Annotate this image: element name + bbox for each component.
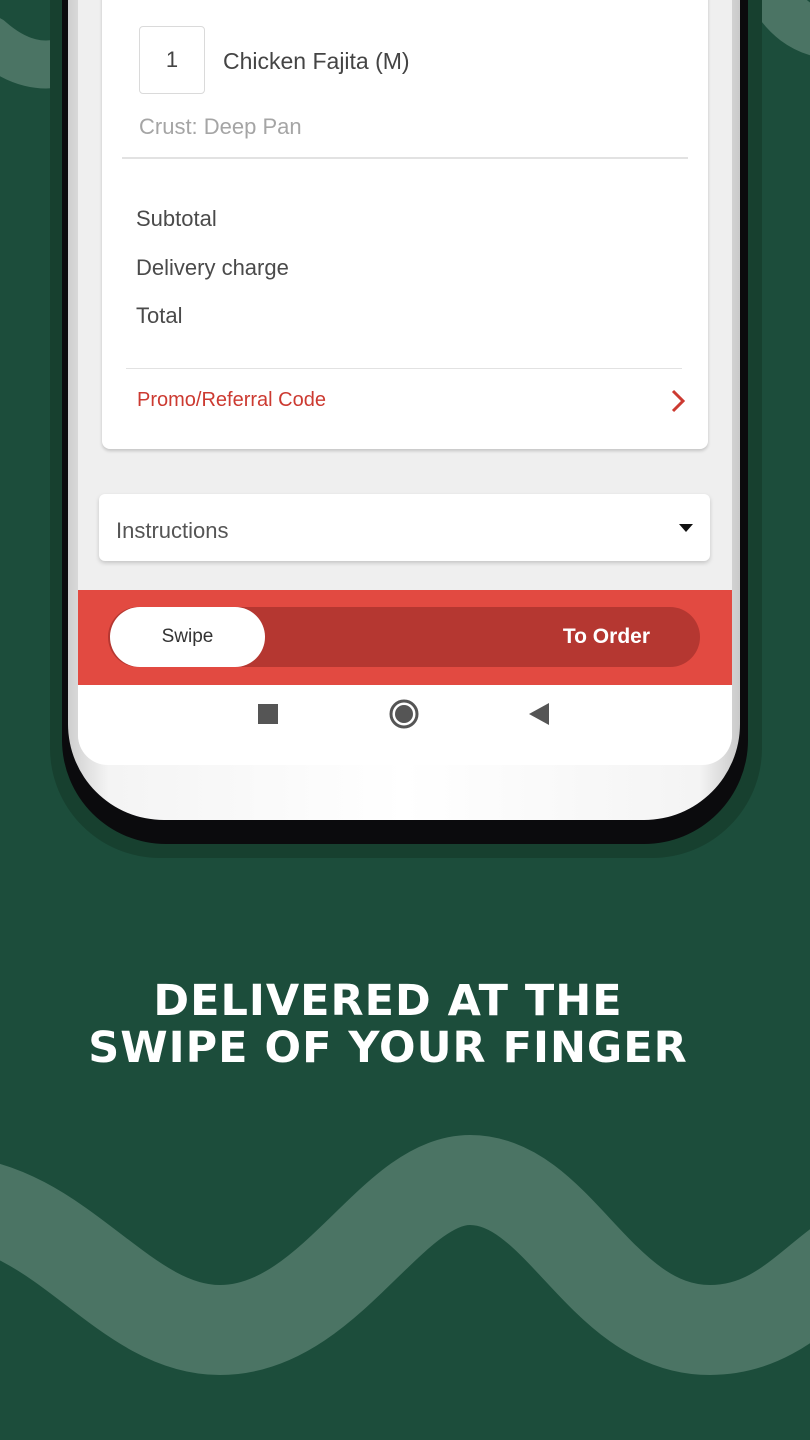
total-label: Total [136,303,183,328]
promo-code-row[interactable]: Promo/Referral Code [126,380,686,420]
swipe-handle[interactable]: Swipe [110,607,265,667]
swipe-to-order-bar: Swipe To Order [78,590,732,685]
subtotal-label: Subtotal [136,206,217,231]
chevron-right-icon [671,389,686,413]
item-name: Chicken Fajita (M) [223,48,410,74]
home-circle-icon[interactable] [388,698,420,730]
tagline-line-2: SWIPE OF YOUR FINGER [88,1023,688,1073]
promo-tagline: DELIVERED AT THE SWIPE OF YOUR FINGER [0,978,776,1072]
item-divider [122,157,688,159]
wave-decoration [0,1134,810,1376]
app-screen: 1 Chicken Fajita (M) Crust: Deep Pan Sub… [78,0,732,765]
instructions-dropdown[interactable]: Instructions [99,494,710,561]
caret-down-icon [679,524,693,532]
recents-square-icon[interactable] [258,704,278,724]
order-summary-card: 1 Chicken Fajita (M) Crust: Deep Pan Sub… [102,0,708,449]
tagline-line-1: DELIVERED AT THE [153,976,623,1026]
item-crust: Crust: Deep Pan [139,114,302,139]
summary-divider [126,368,682,369]
delivery-charge-label: Delivery charge [136,255,289,280]
system-nav-bar [78,685,732,765]
item-quantity[interactable]: 1 [139,26,205,94]
swipe-target-label: To Order [562,625,650,648]
swipe-track[interactable]: Swipe To Order [108,607,700,667]
instructions-label: Instructions [116,518,229,543]
corner-arc-top-right [748,0,810,56]
promo-code-label: Promo/Referral Code [137,389,326,411]
back-triangle-icon[interactable] [529,703,549,725]
